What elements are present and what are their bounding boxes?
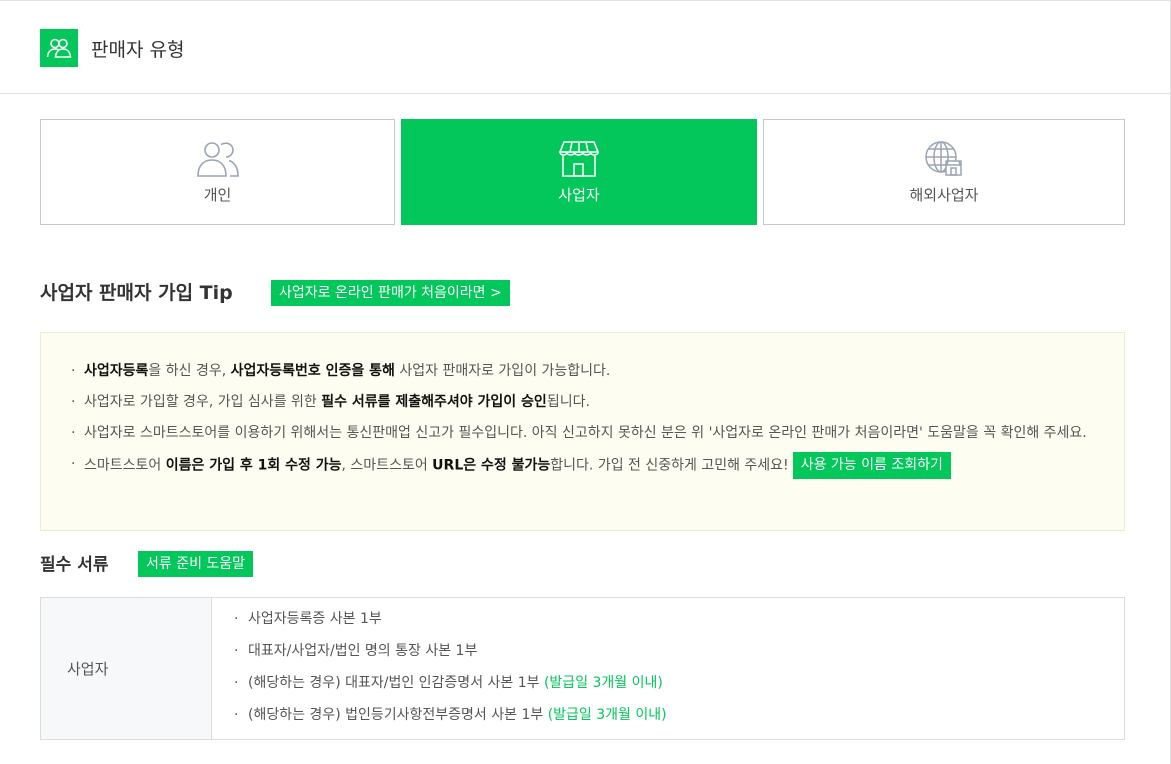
seller-type-business[interactable]: 사업자 xyxy=(401,119,757,225)
person-icon xyxy=(196,138,240,180)
document-help-button[interactable]: 서류 준비 도움말 xyxy=(138,551,254,577)
store-icon xyxy=(558,138,600,180)
seller-type-label: 해외사업자 xyxy=(909,186,979,204)
page-frame: 판매자 유형 개인 사업자 해외사업자 사업자 판매자 가입 Tip 사업자로 … xyxy=(0,0,1171,764)
page-title: 판매자 유형 xyxy=(91,39,185,61)
seller-type-overseas-business[interactable]: 해외사업자 xyxy=(763,119,1125,225)
check-available-name-button[interactable]: 사용 가능 이름 조회하기 xyxy=(792,452,951,479)
tip-item: 사업자로 가입할 경우, 가입 심사를 위한 필수 서류를 제출해주셔야 가입이… xyxy=(71,390,1101,415)
document-item: (해당하는 경우) 법인등기사항전부증명서 사본 1부 (발급일 3개월 이내) xyxy=(234,705,667,726)
seller-type-label: 사업자 xyxy=(558,186,600,204)
document-item: (해당하는 경우) 대표자/법인 인감증명서 사본 1부 (발급일 3개월 이내… xyxy=(234,673,667,694)
tip-item: 스마트스토어 이름은 가입 후 1회 수정 가능, 스마트스토어 URL은 수정… xyxy=(71,452,1101,479)
required-documents-title: 필수 서류 xyxy=(40,555,109,575)
seller-type-individual[interactable]: 개인 xyxy=(40,119,395,225)
globe-store-icon xyxy=(924,138,964,180)
tip-item: 사업자로 스마트스토어를 이용하기 위해서는 통신판매업 신고가 필수입니다. … xyxy=(71,421,1101,446)
required-documents-table: 사업자 사업자등록증 사본 1부 대표자/사업자/법인 명의 통장 사본 1부 … xyxy=(40,597,1125,740)
document-item: 사업자등록증 사본 1부 xyxy=(234,609,667,630)
section-header: 판매자 유형 xyxy=(0,1,1170,94)
table-row-header: 사업자 xyxy=(41,598,212,739)
tip-item: 사업자등록을 하신 경우, 사업자등록번호 인증을 통해 사업자 판매자로 가입… xyxy=(71,359,1101,384)
tip-title: 사업자 판매자 가입 Tip xyxy=(40,282,233,304)
document-item: 대표자/사업자/법인 명의 통장 사본 1부 xyxy=(234,641,667,662)
tip-box: 사업자등록을 하신 경우, 사업자등록번호 인증을 통해 사업자 판매자로 가입… xyxy=(40,332,1125,531)
first-time-online-seller-button[interactable]: 사업자로 온라인 판매가 처음이라면 > xyxy=(271,280,510,306)
seller-type-label: 개인 xyxy=(203,186,232,204)
people-icon xyxy=(40,29,78,67)
